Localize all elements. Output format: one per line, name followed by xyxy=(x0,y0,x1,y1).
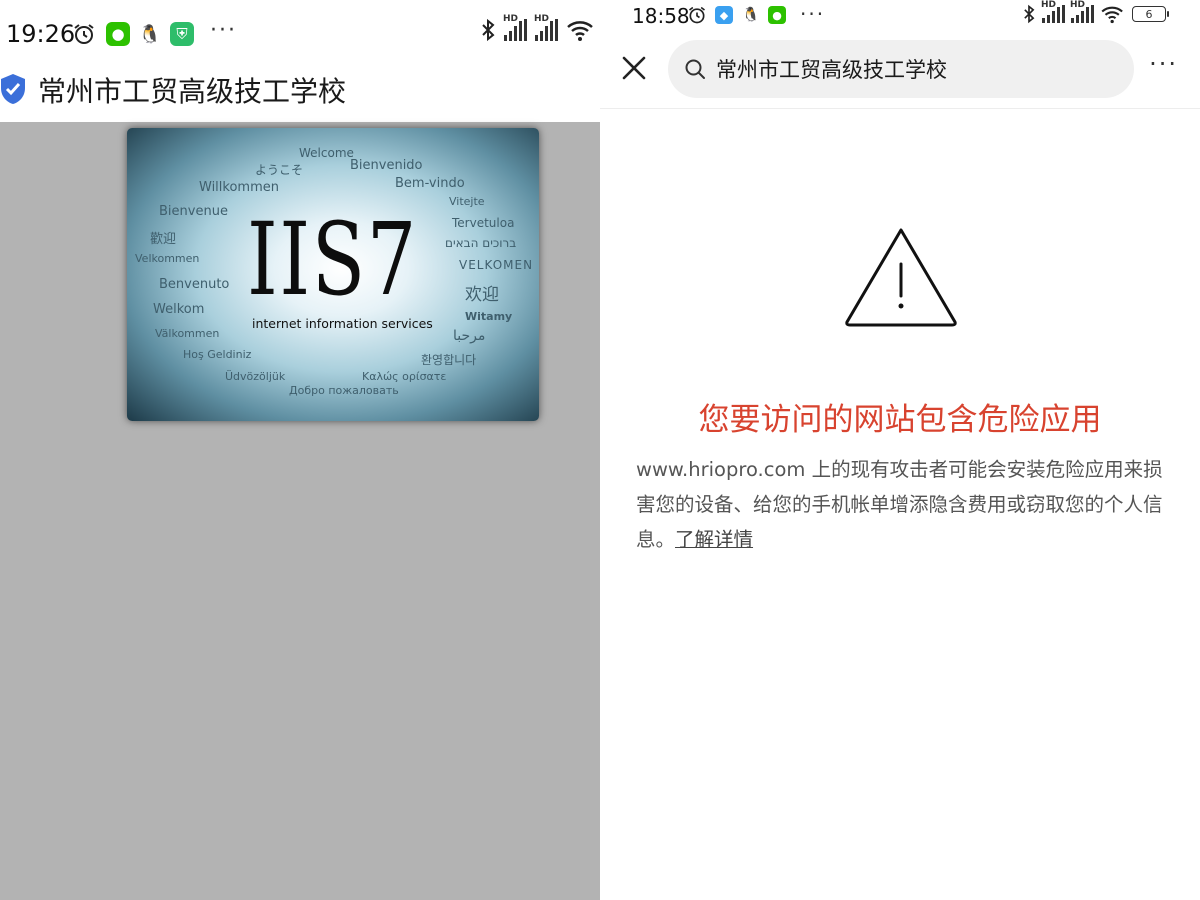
welcome-word: 欢迎 xyxy=(465,285,499,305)
battery-icon: 6 xyxy=(1132,6,1169,22)
welcome-word: Καλώς ορίσατε xyxy=(362,370,447,383)
welcome-word: مرحبا xyxy=(453,328,486,344)
left-status-bar: 19:26 ● 🐧 ⛨ ··· HD HD xyxy=(0,0,600,66)
right-screen: 18:58 ◆ 🐧 ● ··· HD HD 6 常州市工贸高级技工学校 ··· … xyxy=(600,0,1200,900)
search-icon xyxy=(685,59,705,79)
security-app-icon: ⛨ xyxy=(170,22,194,46)
wifi-icon xyxy=(567,21,593,41)
welcome-word: Benvenuto xyxy=(159,277,230,292)
header-divider xyxy=(600,108,1200,109)
close-icon[interactable] xyxy=(620,54,648,82)
welcome-word: Tervetuloa xyxy=(452,216,515,230)
search-bar[interactable]: 常州市工贸高级技工学校 xyxy=(668,40,1134,98)
welcome-word: ようこそ xyxy=(255,163,304,177)
welcome-word: Welcome xyxy=(299,146,354,160)
signal-icon-2: HD xyxy=(1070,0,1094,23)
qq-icon: 🐧 xyxy=(742,6,760,24)
welcome-word: Добро пожаловать xyxy=(289,384,399,397)
welcome-word: Bem-vindo xyxy=(395,176,465,191)
search-text: 常州市工贸高级技工学校 xyxy=(716,58,947,82)
welcome-word: Witamy xyxy=(465,310,513,323)
app-notification-icon: ◆ xyxy=(715,6,733,24)
left-screen: 19:26 ● 🐧 ⛨ ··· HD HD 常州市工贸高级技工学校 Welcom… xyxy=(0,0,600,900)
more-menu-icon[interactable]: ··· xyxy=(1149,50,1178,78)
iis7-subtitle: internet information services xyxy=(252,316,433,331)
wifi-icon xyxy=(1101,6,1123,24)
status-right-icons: HD HD xyxy=(480,14,596,42)
status-more-icon: ··· xyxy=(800,2,826,26)
welcome-word: Bienvenue xyxy=(159,204,228,219)
welcome-word: Welkom xyxy=(153,302,205,317)
signal-icon: HD xyxy=(503,14,527,41)
welcome-word: Willkommen xyxy=(199,180,279,195)
status-more-icon: ··· xyxy=(210,18,237,43)
welcome-word: VELKOMEN xyxy=(459,258,534,272)
verified-shield-icon xyxy=(1,74,25,104)
warning-domain: www.hriopro.com xyxy=(636,458,806,481)
welcome-word: Üdvözöljük xyxy=(225,370,286,383)
learn-more-link[interactable]: 了解详情 xyxy=(675,528,753,551)
welcome-word: 歡迎 xyxy=(150,232,177,247)
status-time: 19:26 xyxy=(6,20,76,48)
alarm-icon xyxy=(689,6,705,24)
iis7-logo-text: IIS7 xyxy=(247,201,418,318)
status-time: 18:58 xyxy=(632,4,690,28)
wechat-icon: ● xyxy=(768,6,786,24)
welcome-word: Velkommen xyxy=(135,252,200,265)
wechat-icon: ● xyxy=(106,22,130,46)
signal-icon: HD xyxy=(1041,0,1065,23)
page-title: 常州市工贸高级技工学校 xyxy=(38,75,347,108)
welcome-word: Bienvenido xyxy=(350,158,423,173)
welcome-word: Vitejte xyxy=(449,195,485,208)
warning-triangle-icon xyxy=(845,228,957,327)
signal-icon-2: HD xyxy=(534,14,558,41)
bluetooth-icon xyxy=(482,18,495,42)
bluetooth-icon xyxy=(1024,4,1035,24)
welcome-word: Hoş Geldiniz xyxy=(183,348,252,361)
danger-warning-title: 您要访问的网站包含危险应用 xyxy=(698,402,1102,438)
status-right-icons: HD HD 6 xyxy=(1022,0,1169,24)
iis7-welcome-image: Welcome ようこそ Bienvenido Willkommen Bem-v… xyxy=(127,128,539,421)
alarm-icon xyxy=(74,24,94,44)
welcome-word: Välkommen xyxy=(155,327,220,340)
welcome-word: ברוכים הבאים xyxy=(445,236,517,250)
welcome-word: 환영합니다 xyxy=(421,353,477,367)
warning-description: www.hriopro.com 上的现有攻击者可能会安装危险应用来损害您的设备、… xyxy=(636,452,1172,557)
qq-icon: 🐧 xyxy=(138,22,162,46)
